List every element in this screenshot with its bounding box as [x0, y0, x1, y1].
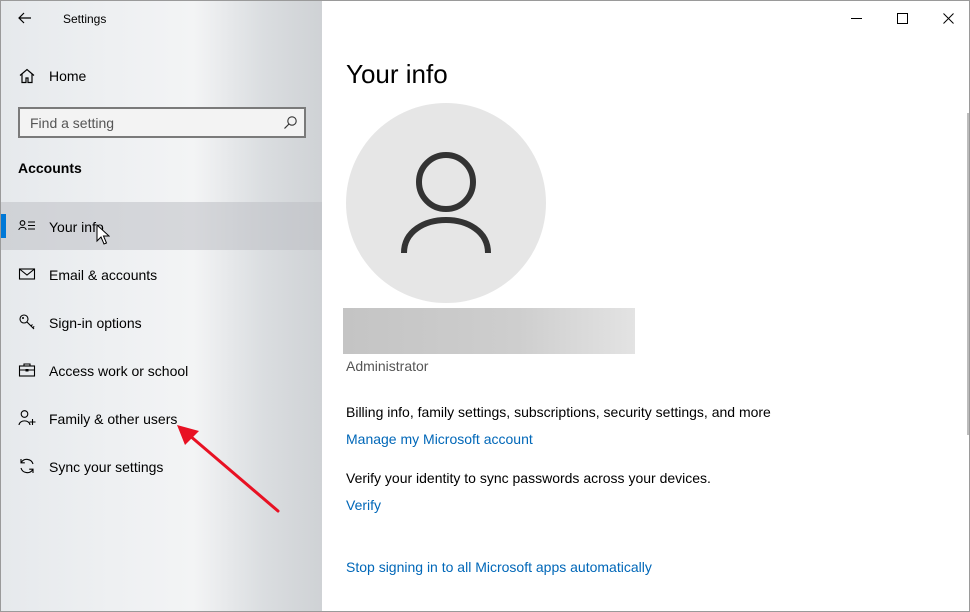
annotation-arrow-icon: [177, 425, 280, 513]
main-content: Your info Administrator Billing info, fa…: [322, 1, 969, 611]
verify-link[interactable]: Verify: [346, 497, 381, 513]
close-button[interactable]: [925, 1, 969, 35]
account-name-redacted: [343, 308, 635, 354]
home-label: Home: [49, 68, 87, 84]
sidebar-item-email-accounts[interactable]: Email & accounts: [1, 250, 322, 298]
home-icon: [19, 68, 35, 84]
search-box[interactable]: [18, 107, 306, 138]
page-title: Your info: [346, 59, 448, 89]
maximize-button[interactable]: [879, 1, 925, 35]
minimize-button[interactable]: [833, 1, 879, 35]
verify-description: Verify your identity to sync passwords a…: [346, 470, 711, 486]
sync-icon: [20, 458, 34, 474]
add-person-icon: [18, 410, 36, 426]
settings-window: Settings Home Accounts: [0, 0, 970, 612]
window-controls: [833, 1, 969, 35]
sidebar-item-home[interactable]: Home: [1, 59, 322, 91]
app-title: Settings: [63, 12, 107, 26]
section-heading: Accounts: [18, 160, 82, 176]
contact-card-icon: [18, 220, 35, 231]
minimize-icon: [850, 17, 862, 19]
sidebar-item-label: Sync your settings: [49, 459, 164, 475]
sidebar-item-label: Family & other users: [49, 411, 178, 427]
mouse-pointer-icon: [96, 224, 110, 245]
key-icon: [19, 314, 35, 330]
title-bar: Settings: [1, 1, 322, 37]
manage-account-link[interactable]: Manage my Microsoft account: [346, 431, 533, 447]
sidebar-item-access-work-school[interactable]: Access work or school: [1, 346, 322, 394]
sidebar: Settings Home Accounts: [1, 1, 322, 611]
search-icon[interactable]: [283, 115, 298, 130]
sidebar-item-label: Access work or school: [49, 363, 189, 379]
active-indicator: [1, 214, 6, 238]
mail-icon: [18, 268, 36, 280]
sidebar-item-label: Email & accounts: [49, 267, 158, 283]
sidebar-item-label: Sign-in options: [49, 315, 142, 331]
sidebar-item-sign-in-options[interactable]: Sign-in options: [1, 298, 322, 346]
close-icon: [942, 12, 954, 24]
stop-signing-in-link[interactable]: Stop signing in to all Microsoft apps au…: [346, 559, 652, 575]
account-role: Administrator: [346, 358, 429, 374]
sidebar-item-your-info[interactable]: Your info: [1, 202, 322, 250]
billing-description: Billing info, family settings, subscript…: [346, 404, 771, 420]
search-input[interactable]: [20, 109, 275, 136]
avatar[interactable]: [346, 103, 546, 303]
back-button[interactable]: [11, 5, 39, 31]
back-arrow-icon: [18, 12, 31, 24]
maximize-icon: [896, 12, 908, 24]
user-silhouette-icon: [401, 152, 491, 254]
briefcase-icon: [18, 363, 36, 377]
